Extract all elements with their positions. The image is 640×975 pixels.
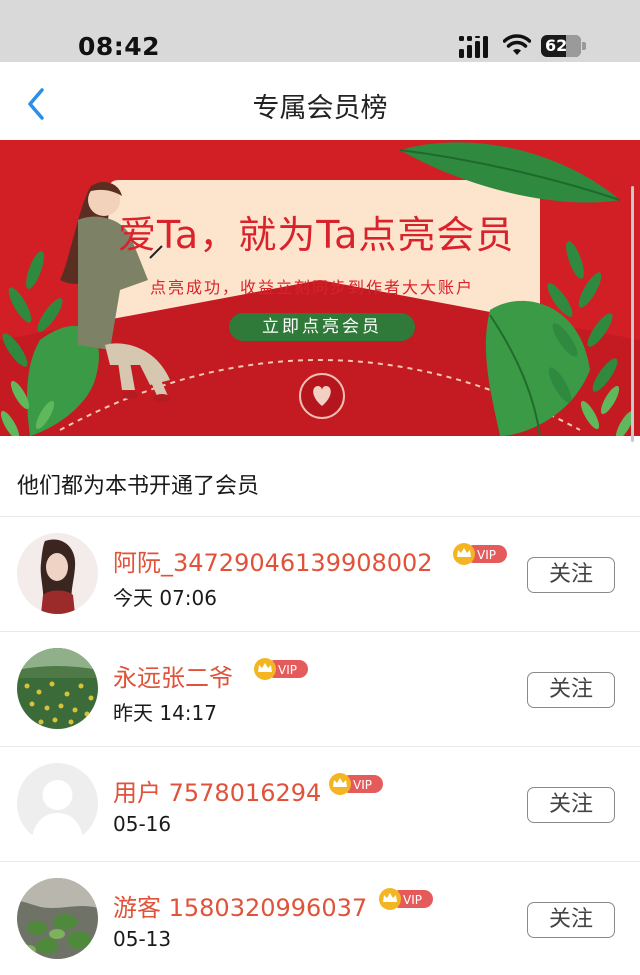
banner-subtitle: 点亮成功，收益立刻同步到作者大大账户 bbox=[150, 278, 475, 297]
wifi-icon bbox=[503, 34, 531, 55]
member-name[interactable]: 游客 1580320996037 bbox=[113, 888, 367, 923]
member-name[interactable]: 阿阮_34729046139908002 bbox=[113, 543, 433, 578]
vip-crown-icon: VIP bbox=[254, 658, 308, 680]
vip-crown-icon: VIP bbox=[329, 773, 383, 795]
banner-headline: 爱Ta，就为Ta点亮会员 bbox=[118, 213, 515, 257]
vip-crown-icon: VIP bbox=[453, 543, 507, 565]
list-item[interactable]: 永远张二爷 VIP 昨天 14:17 关注 bbox=[0, 632, 640, 747]
member-time: 05-13 bbox=[113, 927, 172, 951]
vip-label: VIP bbox=[477, 548, 496, 562]
light-up-membership-button[interactable]: 立即点亮会员 bbox=[229, 313, 415, 341]
scrollbar[interactable] bbox=[631, 186, 634, 442]
follow-button[interactable]: 关注 bbox=[527, 902, 615, 938]
page-title: 专属会员榜 bbox=[252, 93, 388, 124]
vip-label: VIP bbox=[278, 663, 297, 677]
status-time: 08:42 bbox=[78, 32, 161, 61]
follow-button[interactable]: 关注 bbox=[527, 557, 615, 593]
vip-label: VIP bbox=[353, 778, 372, 792]
avatar[interactable] bbox=[17, 533, 98, 614]
member-name[interactable]: 用户 7578016294 bbox=[113, 773, 321, 808]
nav-bar: 专属会员榜 bbox=[0, 62, 640, 142]
status-bar: 08:42 62 bbox=[0, 0, 640, 62]
avatar[interactable] bbox=[17, 763, 98, 844]
cellular-signal-icon bbox=[459, 36, 488, 58]
battery-icon: 62 bbox=[541, 35, 587, 57]
member-time: 昨天 14:17 bbox=[113, 701, 217, 725]
avatar[interactable] bbox=[17, 878, 98, 959]
avatar[interactable] bbox=[17, 648, 98, 729]
follow-button[interactable]: 关注 bbox=[527, 672, 615, 708]
follow-button[interactable]: 关注 bbox=[527, 787, 615, 823]
list-item[interactable]: 用户 7578016294 VIP 05-16 关注 bbox=[0, 747, 640, 862]
vip-crown-icon: VIP bbox=[379, 888, 433, 910]
battery-level: 62 bbox=[545, 36, 568, 55]
section-title: 他们都为本书开通了会员 bbox=[17, 474, 260, 499]
vip-label: VIP bbox=[403, 893, 422, 907]
list-item[interactable]: 阿阮_34729046139908002 VIP 今天 07:06 关注 bbox=[0, 517, 640, 632]
member-time: 今天 07:06 bbox=[113, 586, 217, 610]
member-name[interactable]: 永远张二爷 bbox=[113, 658, 233, 693]
member-time: 05-16 bbox=[113, 812, 172, 836]
list-item[interactable]: 游客 1580320996037 VIP 05-13 关注 bbox=[0, 862, 640, 975]
